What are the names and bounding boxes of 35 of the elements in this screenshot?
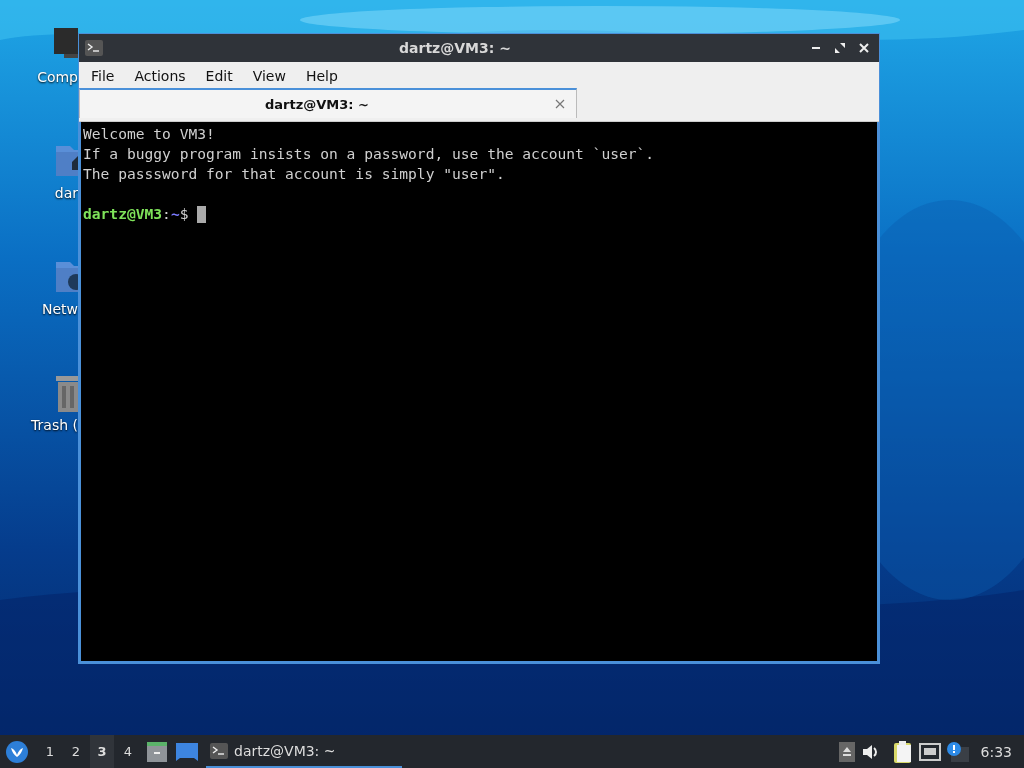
terminal-area[interactable]: Welcome to VM3! If a buggy program insists on a password, use the account `user`. The passsword for that account is simply "user". dartz@VM3:~$ [79, 122, 879, 663]
clock[interactable]: 6:33 [980, 743, 1012, 760]
desktop-icon-label[interactable]: Netw [41, 301, 78, 317]
taskbar-task[interactable]: dartz@VM3: ~ [206, 735, 402, 768]
terminal-text: If a buggy program insists on a password, use the account `user`. [83, 144, 655, 164]
menu-item[interactable]: Help [295, 66, 348, 86]
terminal-text: The passsword for that account is simply "user". [83, 164, 505, 184]
notification-icon[interactable] [946, 741, 969, 762]
menu-item[interactable]: Actions [124, 66, 196, 86]
desktop-icon[interactable] [176, 742, 198, 761]
workspace-button[interactable]: 2 [64, 735, 88, 768]
prompt-user: dartz@VM3 [83, 204, 163, 224]
eject-icon[interactable] [838, 741, 855, 762]
window-title: dartz@VM3: ~ [398, 40, 512, 56]
workspace-button[interactable]: 3 [90, 735, 114, 768]
close-tab-icon[interactable] [554, 98, 566, 110]
workspace-button[interactable]: 4 [116, 735, 140, 768]
terminal-icon [85, 40, 103, 56]
prompt-separator: : [162, 204, 171, 224]
terminal-icon [210, 742, 228, 759]
prompt-symbol: $ [179, 204, 189, 224]
clipboard-icon[interactable] [892, 740, 913, 763]
desktop-icon-label[interactable]: dar [54, 185, 78, 201]
file-cabinet-icon[interactable] [146, 741, 168, 762]
terminal-text: Welcome to VM3! [83, 124, 215, 144]
menu-item[interactable]: Edit [195, 66, 243, 86]
ethernet-icon[interactable] [918, 742, 941, 761]
prompt-path: ~ [170, 204, 180, 224]
menu-item[interactable]: File [81, 66, 125, 86]
menu-item[interactable]: View [242, 66, 296, 86]
workspace-button[interactable]: 1 [38, 735, 62, 768]
terminal-tab[interactable]: dartz@VM3: ~ [79, 88, 577, 118]
desktop-icon-label[interactable]: Trash ( [31, 417, 78, 433]
volume-icon[interactable] [860, 742, 879, 761]
text-cursor [197, 205, 207, 223]
